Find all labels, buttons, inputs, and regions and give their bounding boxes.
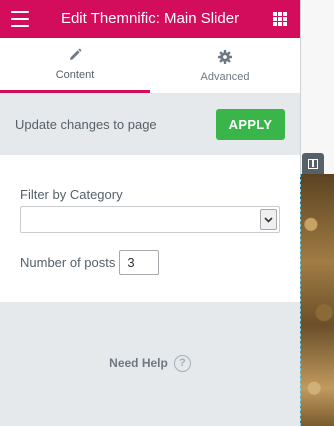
- section-handle[interactable]: [302, 153, 324, 174]
- category-select[interactable]: [20, 206, 280, 233]
- chevron-down-icon[interactable]: [260, 209, 277, 230]
- posts-row: Number of posts: [20, 250, 280, 275]
- panel-tabs: Content Advanced: [0, 38, 300, 93]
- panel-title: Edit Themnific: Main Slider: [60, 10, 240, 27]
- apply-text: Update changes to page: [15, 116, 157, 132]
- posts-label: Number of posts: [20, 255, 116, 270]
- panel-header: Edit Themnific: Main Slider: [0, 0, 300, 38]
- gear-icon: [218, 49, 232, 65]
- category-label: Filter by Category: [20, 187, 123, 202]
- column-icon: [308, 158, 318, 169]
- grid-icon[interactable]: [273, 12, 287, 26]
- help-label: Need Help: [109, 356, 168, 370]
- pencil-icon: [68, 47, 82, 63]
- apply-bar: Update changes to page APPLY: [0, 93, 300, 155]
- posts-input[interactable]: [119, 250, 160, 275]
- apply-button[interactable]: APPLY: [216, 108, 285, 140]
- editor-panel: Edit Themnific: Main Slider Content Adva…: [0, 0, 300, 426]
- tab-content[interactable]: Content: [0, 38, 150, 93]
- slider-preview-image: [300, 174, 334, 426]
- need-help-link[interactable]: Need Help ?: [0, 352, 300, 374]
- tab-advanced[interactable]: Advanced: [150, 38, 300, 93]
- hamburger-icon[interactable]: [11, 11, 29, 27]
- tab-content-label: Content: [55, 69, 95, 81]
- controls-section: Filter by Category Number of posts: [0, 155, 300, 302]
- tab-advanced-label: Advanced: [200, 70, 250, 83]
- question-circle-icon: ?: [173, 354, 191, 372]
